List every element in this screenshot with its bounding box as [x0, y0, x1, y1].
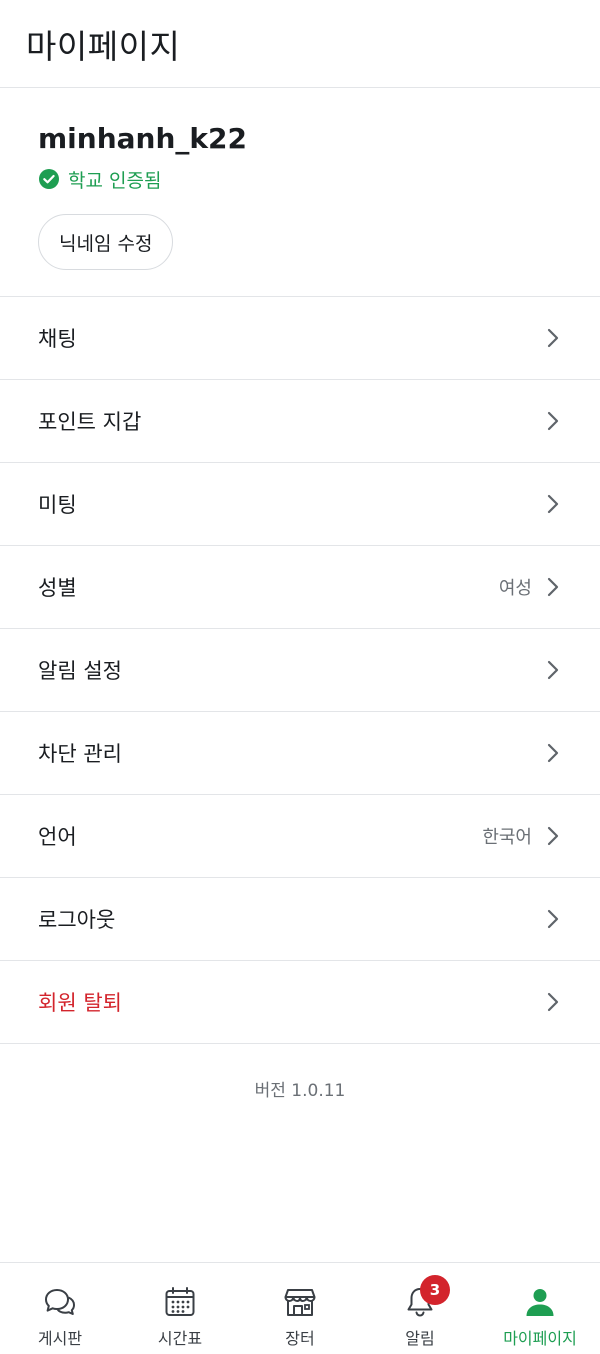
chevron-right-icon: [547, 411, 559, 431]
tab-market[interactable]: 장터: [240, 1263, 360, 1354]
person-icon: [526, 1289, 554, 1316]
chevron-right-icon: [547, 743, 559, 763]
chevron-right-icon: [547, 494, 559, 514]
bottom-tab-bar: 게시판 시간표 장터 3 알림 마이페이지: [0, 1262, 600, 1354]
settings-menu: 채팅 포인트 지갑 미팅 성별 여성 알림 설정 차단 관리 언어 한국어 로그…: [0, 297, 600, 1044]
store-icon: [284, 1289, 316, 1316]
menu-item-point-wallet[interactable]: 포인트 지갑: [0, 380, 600, 463]
menu-item-value: 여성: [498, 578, 532, 599]
menu-item-label: 로그아웃: [38, 908, 116, 932]
menu-item-delete-account[interactable]: 회원 탈퇴: [0, 961, 600, 1044]
tab-board[interactable]: 게시판: [0, 1263, 120, 1354]
menu-item-meeting[interactable]: 미팅: [0, 463, 600, 546]
menu-item-gender[interactable]: 성별 여성: [0, 546, 600, 629]
profile-section: minhanh_k22 학교 인증됨 닉네임 수정: [0, 88, 600, 297]
menu-item-label: 회원 탈퇴: [38, 991, 122, 1015]
menu-item-label: 미팅: [38, 493, 77, 517]
chat-bubbles-icon: [45, 1289, 75, 1315]
chevron-right-icon: [547, 992, 559, 1012]
menu-item-label: 언어: [38, 825, 77, 849]
notification-badge: 3: [420, 1275, 450, 1305]
tab-label: 시간표: [157, 1329, 203, 1348]
menu-item-block-management[interactable]: 차단 관리: [0, 712, 600, 795]
chevron-right-icon: [547, 909, 559, 929]
chevron-right-icon: [547, 577, 559, 597]
calendar-icon: [165, 1287, 195, 1316]
tab-label: 알림: [405, 1329, 435, 1348]
menu-item-logout[interactable]: 로그아웃: [0, 878, 600, 961]
verified-status: 학교 인증됨: [38, 166, 600, 192]
page-title: 마이페이지: [26, 26, 181, 66]
username: minhanh_k22: [38, 122, 247, 155]
check-circle-icon: [39, 169, 59, 189]
verified-label: 학교 인증됨: [68, 169, 162, 192]
tab-notifications[interactable]: 3 알림: [360, 1263, 480, 1354]
tab-timetable[interactable]: 시간표: [120, 1263, 240, 1354]
menu-item-value: 한국어: [482, 827, 532, 848]
menu-item-label: 알림 설정: [38, 659, 122, 683]
app-root: 마이페이지 minhanh_k22 학교 인증됨 닉네임 수정 채팅 포인트 지…: [0, 0, 600, 1354]
tab-label: 장터: [285, 1329, 315, 1348]
menu-item-label: 포인트 지갑: [38, 410, 142, 434]
menu-item-label: 차단 관리: [38, 742, 122, 766]
version-text: 버전 1.0.11: [254, 1081, 346, 1101]
tab-label: 게시판: [37, 1329, 83, 1348]
edit-nickname-button[interactable]: 닉네임 수정: [38, 214, 174, 270]
menu-item-label: 성별: [38, 576, 77, 600]
tab-mypage[interactable]: 마이페이지: [480, 1263, 600, 1354]
menu-item-label: 채팅: [38, 327, 77, 351]
menu-item-chat[interactable]: 채팅: [0, 297, 600, 380]
chevron-right-icon: [547, 328, 559, 348]
tab-label: 마이페이지: [503, 1329, 577, 1348]
menu-item-language[interactable]: 언어 한국어: [0, 795, 600, 878]
chevron-right-icon: [547, 660, 559, 680]
menu-item-notification-settings[interactable]: 알림 설정: [0, 629, 600, 712]
header: 마이페이지: [0, 0, 600, 88]
chevron-right-icon: [547, 826, 559, 846]
